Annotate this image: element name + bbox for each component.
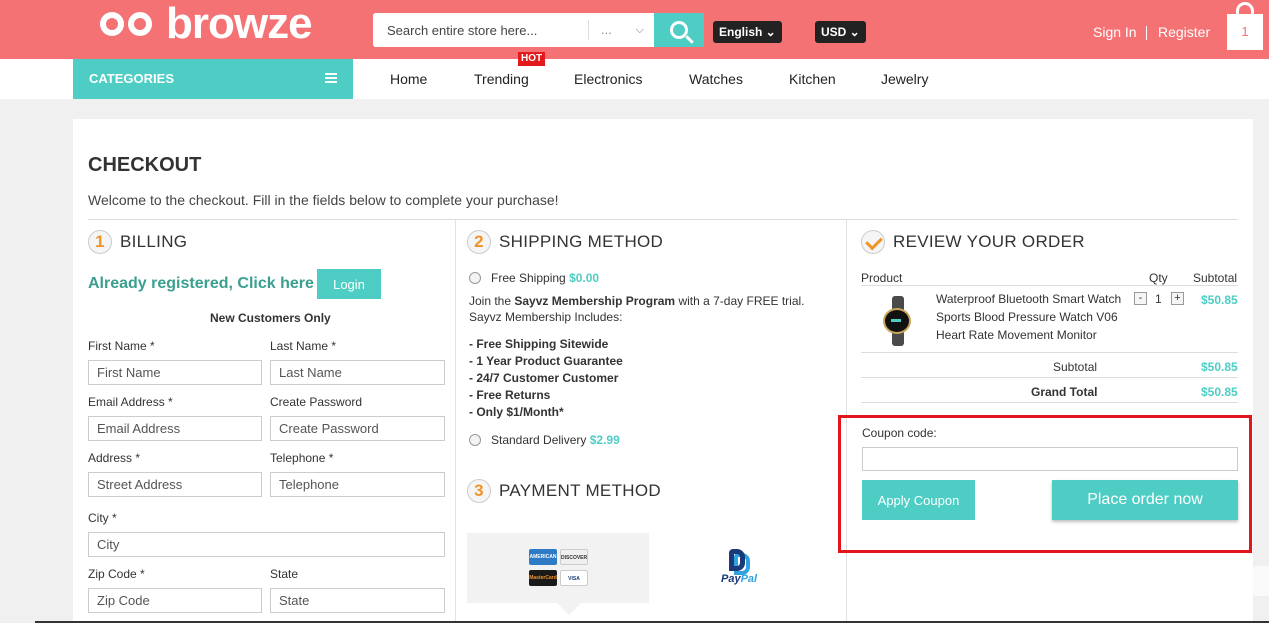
subtotal-column-header: Subtotal [1193, 271, 1238, 285]
grand-total-value: $50.85 [1201, 385, 1238, 399]
address-label: Address * [88, 451, 141, 465]
shipping-heading: 2 SHIPPING METHOD [467, 230, 663, 254]
line-total: $50.85 [1201, 293, 1238, 307]
nav-watches[interactable]: Watches [689, 59, 743, 99]
table-divider [861, 285, 1238, 286]
table-divider [861, 377, 1238, 378]
email-field[interactable] [88, 416, 262, 441]
sign-in-link[interactable]: Sign In [1093, 24, 1137, 40]
menu-icon [325, 73, 337, 83]
already-registered-text: Already registered, Click here [88, 275, 314, 292]
nav-electronics[interactable]: Electronics [574, 59, 642, 99]
welcome-text: Welcome to the checkout. Fill in the fie… [88, 192, 559, 208]
coupon-label: Coupon code: [862, 426, 937, 440]
nav-kitchen[interactable]: Kitchen [789, 59, 836, 99]
qty-decrease-button[interactable]: - [1134, 292, 1147, 305]
paypal-logo[interactable]: PayPal [721, 573, 757, 585]
nav-home[interactable]: Home [390, 59, 427, 99]
step-number: 1 [88, 230, 112, 254]
benefit-item: - Free Returns [469, 388, 551, 402]
logo-text: browze [166, 0, 313, 48]
checkout-panel: CHECKOUT Welcome to the checkout. Fill i… [73, 119, 1269, 623]
zip-label: Zip Code * [88, 567, 145, 581]
search-icon [670, 21, 688, 39]
coupon-input[interactable] [862, 447, 1238, 471]
product-column-header: Product [861, 271, 903, 285]
telephone-field[interactable] [270, 472, 445, 497]
subtotal-value: $50.85 [1201, 360, 1238, 374]
first-name-field[interactable] [88, 360, 262, 385]
register-link[interactable]: Register [1158, 24, 1210, 40]
paypal-icon[interactable] [729, 549, 753, 575]
step-number: 3 [467, 479, 491, 503]
state-label: State [270, 567, 299, 581]
telephone-label: Telephone * [270, 451, 334, 465]
glasses-icon [100, 12, 156, 36]
zip-field[interactable] [88, 588, 262, 613]
password-label: Create Password [270, 395, 363, 409]
tab-pointer [557, 603, 581, 615]
search-input[interactable] [373, 13, 588, 47]
password-field[interactable] [270, 416, 445, 441]
state-field[interactable] [270, 588, 445, 613]
benefit-item: - 1 Year Product Guarantee [469, 354, 623, 368]
city-label: City * [88, 511, 117, 525]
search-button[interactable] [654, 13, 704, 47]
grand-total-label: Grand Total [1031, 385, 1098, 399]
cart-button[interactable]: 1 [1227, 14, 1263, 50]
page-title: CHECKOUT [88, 154, 202, 176]
auth-divider [1146, 26, 1147, 40]
table-divider [861, 352, 1238, 353]
payment-heading: 3 PAYMENT METHOD [467, 479, 661, 503]
checkmark-icon [861, 230, 885, 254]
credit-card-tab[interactable] [467, 533, 649, 603]
membership-description: Join the Sayvz Membership Program with a… [469, 294, 805, 324]
hot-badge: HOT [518, 52, 546, 66]
faint-overlay [1253, 566, 1269, 596]
amex-card-icon: AMERICAN EXPRESS [529, 549, 557, 576]
product-thumbnail [879, 296, 917, 346]
login-button[interactable]: Login [317, 269, 381, 299]
search-bar: ... ⌵ [373, 13, 704, 47]
apply-coupon-button[interactable]: Apply Coupon [862, 480, 975, 520]
benefit-item: - Free Shipping Sitewide [469, 337, 609, 351]
discover-card-icon: DISCOVER [560, 549, 588, 565]
free-shipping-radio[interactable] [469, 272, 481, 284]
standard-delivery-label[interactable]: Standard Delivery $2.99 [491, 433, 620, 447]
visa-card-icon: VISA [560, 570, 588, 586]
qty-value: 1 [1155, 292, 1162, 306]
mastercard-icon: MasterCard [529, 570, 557, 586]
nav-jewelry[interactable]: Jewelry [881, 59, 928, 99]
first-name-label: First Name * [88, 339, 155, 353]
city-field[interactable] [88, 532, 445, 557]
chevron-down-icon: ⌵ [635, 24, 644, 36]
categories-menu[interactable]: CATEGORIES [73, 59, 353, 99]
column-divider [455, 220, 456, 623]
new-customers-label: New Customers Only [210, 311, 331, 325]
billing-heading: 1 BILLING [88, 230, 187, 254]
standard-delivery-radio[interactable] [469, 434, 481, 446]
qty-increase-button[interactable]: + [1171, 292, 1184, 305]
logo[interactable]: browze [100, 0, 313, 48]
step-number: 2 [467, 230, 491, 254]
address-field[interactable] [88, 472, 262, 497]
qty-column-header: Qty [1149, 271, 1168, 285]
review-heading: REVIEW YOUR ORDER [861, 230, 1085, 254]
product-name: Waterproof Bluetooth Smart Watch Sports … [936, 292, 1122, 342]
language-select[interactable]: English ⌄ [713, 21, 782, 43]
search-category-select[interactable]: ... ⌵ [588, 20, 654, 40]
benefit-item: - 24/7 Customer Customer [469, 371, 619, 385]
nav-bar: CATEGORIES Home Trending HOT Electronics… [0, 52, 1269, 99]
benefit-item: - Only $1/Month* [469, 405, 564, 419]
table-divider [861, 402, 1238, 403]
email-label: Email Address * [88, 395, 173, 409]
last-name-field[interactable] [270, 360, 445, 385]
subtotal-label: Subtotal [1053, 360, 1098, 374]
section-divider [88, 219, 1238, 220]
place-order-button[interactable]: Place order now [1052, 480, 1238, 520]
currency-select[interactable]: USD ⌄ [815, 21, 866, 43]
free-shipping-label[interactable]: Free Shipping $0.00 [491, 271, 599, 285]
last-name-label: Last Name * [270, 339, 337, 353]
